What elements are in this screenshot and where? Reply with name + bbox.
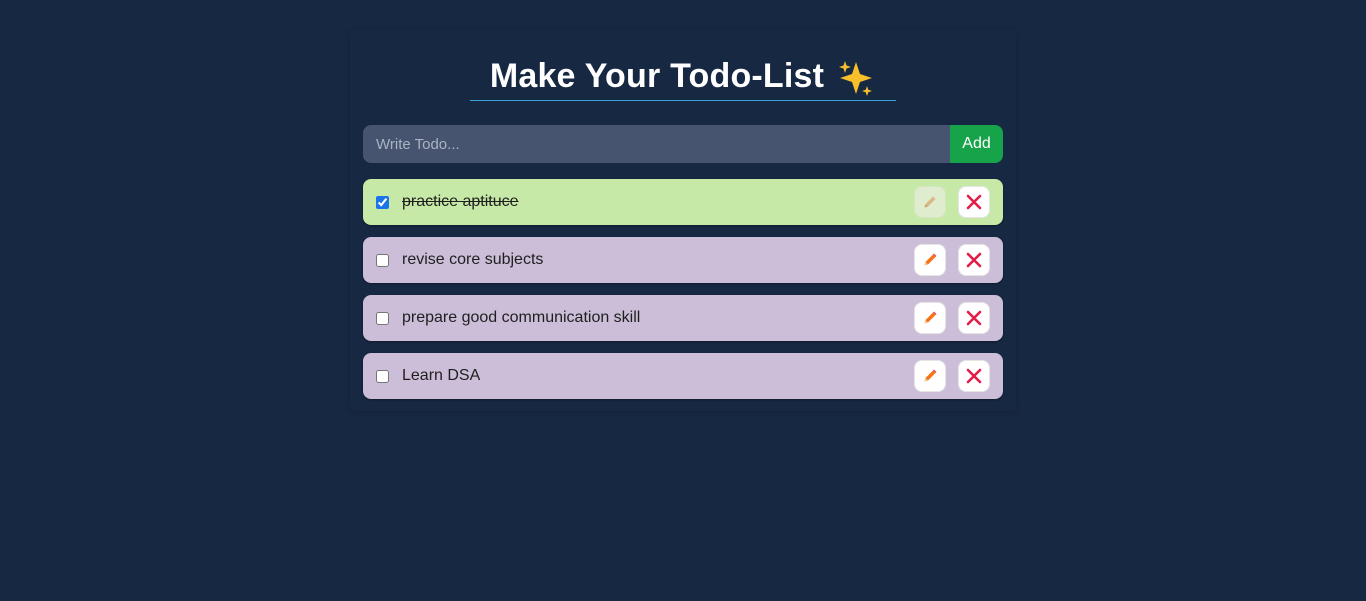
todo-item: practice aptituce <box>363 179 1003 225</box>
todo-item: revise core subjects <box>363 237 1003 283</box>
todo-text: Learn DSA <box>402 367 481 384</box>
pencil-icon <box>922 194 938 210</box>
delete-button[interactable] <box>958 360 990 392</box>
pencil-icon <box>922 368 938 384</box>
todo-text: revise core subjects <box>402 251 544 268</box>
add-button[interactable]: Add <box>950 125 1003 163</box>
edit-button[interactable] <box>914 186 946 218</box>
header: Make Your Todo-List <box>470 52 896 101</box>
close-icon <box>966 310 982 326</box>
sparkles-icon <box>836 58 876 98</box>
edit-button[interactable] <box>914 302 946 334</box>
todo-item: Learn DSA <box>363 353 1003 399</box>
todo-input[interactable] <box>363 125 950 163</box>
close-icon <box>966 252 982 268</box>
todo-checkbox[interactable] <box>376 369 389 383</box>
close-icon <box>966 194 982 210</box>
todo-item: prepare good communication skill <box>363 295 1003 341</box>
edit-button[interactable] <box>914 244 946 276</box>
todo-form: Add <box>363 125 1003 163</box>
pencil-icon <box>922 252 938 268</box>
todo-app: Make Your Todo-List Add practice aptituc… <box>0 0 1366 601</box>
edit-button[interactable] <box>914 360 946 392</box>
close-icon <box>966 368 982 384</box>
delete-button[interactable] <box>958 302 990 334</box>
todo-text: prepare good communication skill <box>402 309 641 326</box>
page-title: Make Your Todo-List <box>489 56 825 95</box>
pencil-icon <box>922 310 938 326</box>
todo-text: practice aptituce <box>402 193 519 210</box>
todo-checkbox[interactable] <box>376 253 389 267</box>
delete-button[interactable] <box>958 186 990 218</box>
todo-checkbox[interactable] <box>376 311 389 325</box>
delete-button[interactable] <box>958 244 990 276</box>
todo-checkbox[interactable] <box>376 195 389 209</box>
